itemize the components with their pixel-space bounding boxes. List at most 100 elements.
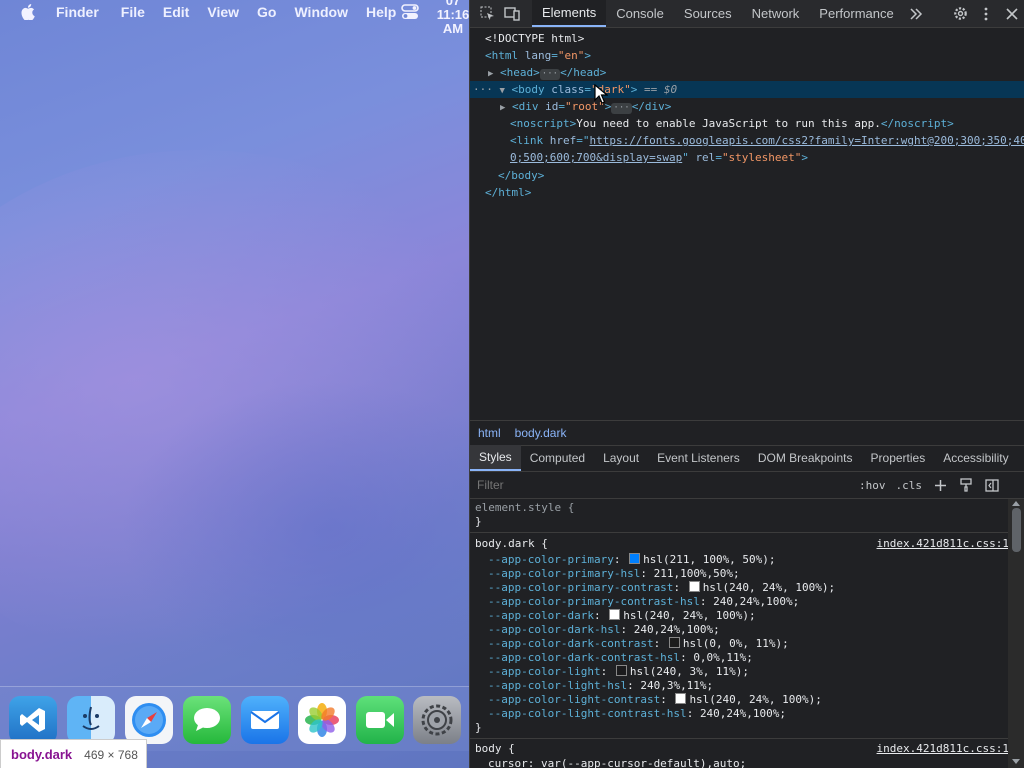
menu-go[interactable]: Go [257,4,276,20]
style-property-row[interactable]: --app-color-primary: hsl(211, 100%, 50%)… [470,553,1008,567]
ellipsis-icon[interactable]: ··· [539,69,561,80]
dom-node-link-continued[interactable]: 0;500;600;700&display=swap" rel="stylesh… [470,149,1024,166]
tab-performance[interactable]: Performance [809,0,903,27]
styles-scrollbar[interactable] [1008,499,1024,768]
dom-node-noscript[interactable]: <noscript>You need to enable JavaScript … [470,115,1024,132]
tab-elements[interactable]: Elements [532,0,607,27]
dom-node-body-close[interactable]: </body> [470,167,1024,184]
rule-close-brace: } [475,721,482,734]
style-property-row[interactable]: --app-color-light: hsl(240, 3%, 11%); [470,665,1008,679]
tab-network[interactable]: Network [742,0,810,27]
color-swatch-icon[interactable] [668,637,680,648]
device-toolbar-icon[interactable] [504,6,520,22]
tab-accessibility[interactable]: Accessibility [934,445,1017,471]
photos-icon[interactable] [298,696,346,744]
finder-icon[interactable] [67,696,115,744]
dom-node-div-root[interactable]: ▶ <div id="root"> ··· </div> [470,98,1024,115]
dom-node-link[interactable]: <link href="https://fonts.googleapis.com… [470,132,1024,149]
scrollbar-thumb[interactable] [1012,508,1021,552]
desktop-wallpaper: Finder File Edit View Go Window Help 07 … [0,0,469,768]
menu-window[interactable]: Window [294,4,348,20]
tab-event-listeners[interactable]: Event Listeners [648,445,749,471]
toggle-sidebar-icon[interactable] [984,477,1000,493]
menubar-clock[interactable]: 07 11:16 AM [436,0,469,36]
expand-triangle-icon[interactable]: ▶ [488,69,493,79]
color-swatch-icon[interactable] [609,609,621,620]
style-property-value: 240,24%,100%; [713,595,800,608]
menu-help[interactable]: Help [366,4,396,20]
breadcrumb-body-dark[interactable]: body.dark [515,426,567,440]
color-swatch-icon[interactable] [675,693,687,704]
breadcrumb-html[interactable]: html [478,426,501,440]
scroll-down-arrow-icon[interactable] [1012,759,1020,764]
paint-format-icon[interactable] [958,477,974,493]
close-icon[interactable] [999,0,1024,27]
tab-console[interactable]: Console [606,0,674,27]
style-property-row[interactable]: --app-color-light-contrast-hsl: 240,24%,… [470,707,1008,721]
color-swatch-icon[interactable] [688,581,700,592]
style-property-row[interactable]: --app-color-dark-contrast: hsl(0, 0%, 11… [470,637,1008,651]
style-property-value: 211,100%,50%; [653,567,740,580]
hov-toggle-button[interactable]: :hov [859,479,886,492]
stylesheet-source-link[interactable]: index.421d811c.css:1 [877,742,1008,756]
kebab-menu-icon[interactable] [973,0,999,27]
tab-properties[interactable]: Properties [862,445,935,471]
menu-file[interactable]: File [121,4,145,20]
tooltip-size: 469 × 768 [84,747,138,762]
style-property-row[interactable]: --app-color-dark-hsl: 240,24%,100%; [470,623,1008,637]
color-swatch-icon[interactable] [629,553,641,564]
facetime-icon[interactable] [356,696,404,744]
apple-icon[interactable] [20,4,36,20]
dom-node-doctype[interactable]: <!DOCTYPE html> [470,30,1024,47]
style-property-row[interactable]: --app-color-primary-hsl: 211,100%,50%; [470,567,1008,581]
styles-filter-input[interactable] [473,474,849,496]
menu-view[interactable]: View [207,4,239,20]
color-swatch-icon[interactable] [615,665,627,676]
stylesheet-source-link[interactable]: index.421d811c.css:1 [877,537,1008,551]
menu-finder[interactable]: Finder [56,4,99,20]
new-style-rule-icon[interactable] [932,477,948,493]
expand-triangle-icon[interactable]: ▶ [500,103,505,113]
clock-ampm: AM [442,21,464,36]
rule-divider [470,532,1008,533]
messages-icon[interactable] [183,696,231,744]
font-stylesheet-link[interactable]: https://fonts.googleapis.com/css2?family… [590,134,1024,147]
font-stylesheet-link-continued[interactable]: 0;500;600;700&display=swap [510,151,682,164]
safari-icon[interactable] [125,696,173,744]
style-property-row[interactable]: --app-color-light-contrast: hsl(240, 24%… [470,693,1008,707]
dom-node-html[interactable]: <html lang="en"> [470,47,1024,64]
tab-dom-breakpoints[interactable]: DOM Breakpoints [749,445,862,471]
dom-node-head[interactable]: ▶ <head> ··· </head> [470,64,1024,81]
inspect-element-icon[interactable] [479,6,495,22]
vscode-icon[interactable] [9,696,57,744]
mail-icon[interactable] [241,696,289,744]
ellipsis-icon[interactable]: ··· [611,103,632,114]
style-property-row[interactable]: --app-color-light-hsl: 240,3%,11%; [470,679,1008,693]
tab-styles[interactable]: Styles [470,445,521,471]
style-property-row[interactable]: --app-color-dark-contrast-hsl: 0,0%,11%; [470,651,1008,665]
style-property-row[interactable]: --app-color-dark: hsl(240, 24%, 100%); [470,609,1008,623]
cls-toggle-button[interactable]: .cls [896,479,923,492]
style-property-value: 240,3%,11%; [640,679,714,692]
style-property-row[interactable]: cursor: var(--app-cursor-default),auto; [470,757,1008,768]
menu-edit[interactable]: Edit [163,4,189,20]
control-center-icon[interactable] [400,3,420,21]
style-property-row[interactable]: --app-color-primary-contrast-hsl: 240,24… [470,595,1008,609]
collapse-triangle-icon[interactable]: ▼ [500,86,505,96]
element-style-rule[interactable]: element.style { [470,501,1008,515]
system-preferences-icon[interactable] [413,696,461,744]
rule-body-selector[interactable]: body { index.421d811c.css:1 [470,742,1008,756]
scroll-up-arrow-icon[interactable] [1012,501,1020,506]
tab-layout[interactable]: Layout [594,445,648,471]
more-tabs-icon[interactable] [908,6,924,22]
styles-pane-tabs: Styles Computed Layout Event Listeners D… [470,445,1024,472]
settings-gear-icon[interactable] [947,0,973,27]
dom-node-body-selected[interactable]: ··· ▼ <body class="dark"> == $0 [470,81,1024,98]
rule-body-dark-selector[interactable]: body.dark { index.421d811c.css:1 [470,537,1008,551]
style-property-row[interactable]: --app-color-primary-contrast: hsl(240, 2… [470,581,1008,595]
tab-computed[interactable]: Computed [521,445,594,471]
style-property-name: --app-color-primary-hsl [488,567,641,580]
tab-sources[interactable]: Sources [674,0,742,27]
dom-row-menu-icon[interactable]: ··· [473,83,493,96]
dom-node-html-close[interactable]: </html> [470,184,1024,201]
